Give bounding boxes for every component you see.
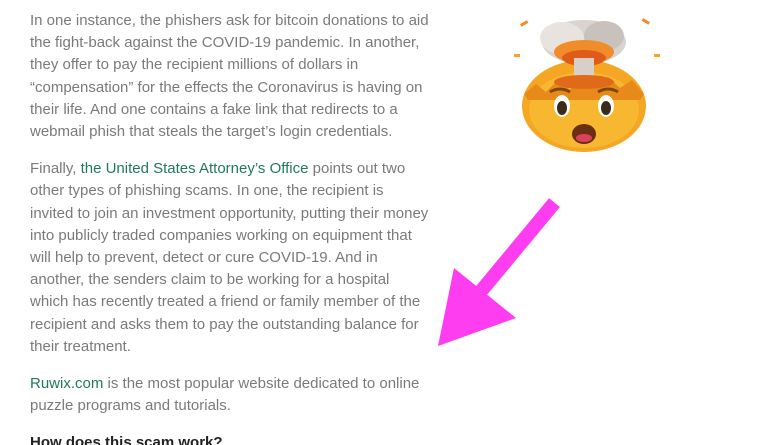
article-paragraph: In one instance, the phishers ask for bi… [30,12,429,141]
attorney-office-link[interactable]: the United States Attorney’s Office [81,160,309,177]
paragraph-text: Finally, [30,160,81,178]
pointer-arrow-icon [438,198,560,346]
article-paragraph: Finally, the United States Attorney’s Of… [30,158,430,358]
article-paragraph: Ruwix.com is the most popular website de… [30,373,430,417]
article-body: In one instance, the phishers ask for bi… [30,10,430,445]
exploding-head-emoji-icon [514,18,660,152]
paragraph-text: points out two other types of phishing s… [30,160,429,355]
section-heading: How does this scam work? [30,434,223,445]
ruwix-link[interactable]: Ruwix.com [30,375,103,392]
